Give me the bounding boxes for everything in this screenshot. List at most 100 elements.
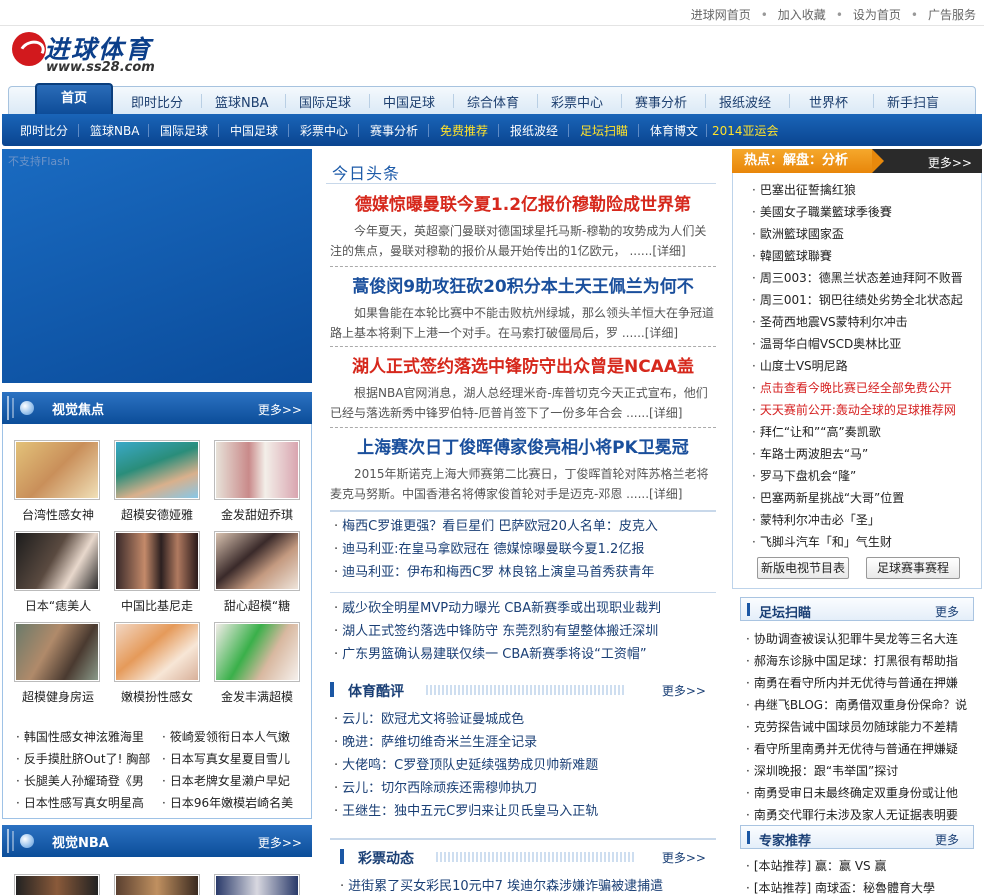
toplink-home[interactable]: 进球网首页: [691, 8, 751, 22]
headline-title[interactable]: 德媒惊曝曼联今夏1.2亿报价穆勒险成世界第: [330, 190, 716, 215]
list-item[interactable]: 飞脚斗汽车「和」气生财: [752, 531, 984, 553]
list-item[interactable]: 拜仁“让和”“高”奏凯歌: [752, 421, 984, 443]
list-item[interactable]: 韓國籃球聯賽: [752, 245, 984, 267]
thumb-caption[interactable]: 日本“痣美人: [8, 597, 108, 614]
thumb-photo[interactable]: [114, 622, 200, 682]
nav-newspaper[interactable]: 报纸波经: [719, 92, 771, 111]
list-item[interactable]: 看守所里南勇并无优待与普通在押嫌疑: [746, 738, 982, 760]
list-item[interactable]: 日本性感写真女明星高: [16, 792, 156, 814]
thumb-photo[interactable]: [214, 622, 300, 682]
list-item[interactable]: 南勇交代罪行未涉及家人无证据表明要: [746, 804, 982, 826]
subnav-newspaper[interactable]: 报纸波经: [510, 122, 558, 139]
toplink-set-home[interactable]: 设为首页: [853, 8, 901, 22]
list-item[interactable]: 迪马利亚：伊布和梅西C罗 林良铭上演皇马首秀获青年: [334, 561, 658, 584]
list-item[interactable]: 长腿美人孙耀琦登《男: [16, 770, 156, 792]
thumb-caption[interactable]: 嫩模扮性感女: [107, 688, 207, 705]
hot-analysis-title[interactable]: 热点：解盘：分析: [732, 149, 884, 173]
list-item[interactable]: 南勇在看守所内并无优待与普通在押嫌: [746, 672, 982, 694]
list-item[interactable]: 协助调查被误认犯罪牛昊龙等三名大连: [746, 628, 982, 650]
list-item[interactable]: 进街累了买女彩民10元中7 埃迪尔森涉嫌诈骗被逮捕遣: [340, 875, 663, 895]
list-item[interactable]: 韩国性感女神泫雅海里: [16, 726, 156, 748]
list-item[interactable]: 湖人正式签约落选中锋防守 东莞烈豹有望整体搬迁深圳: [334, 620, 661, 643]
subnav-china-football[interactable]: 中国足球: [230, 122, 278, 139]
list-item-highlight[interactable]: 天天赛前公开:轰动全球的足球推荐网: [752, 399, 984, 421]
subnav-asian-games[interactable]: 2014亚运会: [712, 122, 779, 139]
list-item[interactable]: 巴塞两新星挑战“大哥”位置: [752, 487, 984, 509]
list-item[interactable]: 日本写真女星夏目雪儿: [162, 748, 308, 770]
nav-world-cup[interactable]: 世界杯: [809, 92, 848, 111]
list-item-highlight[interactable]: 点击查看今晚比赛已经全部免费公开: [752, 377, 984, 399]
expert-more[interactable]: 更多: [935, 831, 959, 848]
thumb-photo[interactable]: [14, 874, 100, 895]
list-item[interactable]: 巴塞出征誓擒红狼: [752, 179, 984, 201]
list-item[interactable]: 美國女子職業籃球季後賽: [752, 201, 984, 223]
list-item[interactable]: 冉继飞BLOG：南勇借双重身份保命？说: [746, 694, 982, 716]
nav-beginner[interactable]: 新手扫盲: [887, 92, 939, 111]
headline-title[interactable]: 湖人正式签约落选中锋防守出众曾是NCAA盖: [330, 352, 716, 377]
nav-home-tab[interactable]: 首页: [35, 83, 113, 115]
thumb-photo[interactable]: [214, 874, 300, 895]
list-item[interactable]: 晚进：萨维切维奇米兰生涯全记录: [334, 731, 598, 754]
tv-schedule-button[interactable]: 新版电视节目表: [757, 557, 849, 579]
thumb-photo[interactable]: [114, 531, 200, 591]
nav-analysis[interactable]: 赛事分析: [635, 92, 687, 111]
thumb-caption[interactable]: 金发丰满超模: [207, 688, 307, 705]
nav-live-score[interactable]: 即时比分: [131, 92, 183, 111]
hot-analysis-more[interactable]: 更多>>: [928, 154, 972, 171]
subnav-intl-football[interactable]: 国际足球: [160, 122, 208, 139]
thumb-caption[interactable]: 超模安德娅雅: [107, 506, 207, 523]
list-item[interactable]: 周三001：钢巴往绩处劣势全北状态起: [752, 289, 984, 311]
list-item[interactable]: 广东男篮确认易建联仅续一 CBA新赛季将设“工资帽”: [334, 643, 661, 666]
list-item[interactable]: 日本96年嫩模岩崎名美: [162, 792, 308, 814]
headline-title[interactable]: 蒿俊闵9助攻狂砍20积分本土天王佩兰为何不: [330, 272, 716, 297]
thumb-caption[interactable]: 甜心超模“糖: [207, 597, 307, 614]
list-item[interactable]: 云儿：切尔西除顽疾还需穆帅执刀: [334, 777, 598, 800]
list-item[interactable]: 深圳晚报：跟“韦举国”探讨: [746, 760, 982, 782]
list-item[interactable]: 迪马利亚:在皇马拿欧冠在 德媒惊曝曼联今夏1.2亿报: [334, 538, 658, 561]
sports-comment-more[interactable]: 更多>>: [662, 682, 706, 699]
subnav-lottery[interactable]: 彩票中心: [300, 122, 348, 139]
list-item[interactable]: [本站推荐] 南球盃：秘魯體育大學: [746, 877, 982, 895]
thumb-photo[interactable]: [214, 531, 300, 591]
list-item[interactable]: [本站推荐] 赢：赢 VS 赢: [746, 855, 982, 877]
subnav-analysis[interactable]: 赛事分析: [370, 122, 418, 139]
list-item[interactable]: 反手摸肚脐Out了! 胸部: [16, 748, 156, 770]
subnav-live-score[interactable]: 即时比分: [20, 122, 68, 139]
thumb-photo[interactable]: [14, 622, 100, 682]
thumb-photo[interactable]: [114, 874, 200, 895]
nav-china-football[interactable]: 中国足球: [383, 92, 435, 111]
list-item[interactable]: 温哥华白帽VSCD奥林比亚: [752, 333, 984, 355]
nav-lottery[interactable]: 彩票中心: [551, 92, 603, 111]
list-item[interactable]: 筱崎爱领衔日本人气嫩: [162, 726, 308, 748]
list-item[interactable]: 威少砍全明星MVP动力曝光 CBA新赛季或出现职业裁判: [334, 597, 661, 620]
site-logo[interactable]: 进球体育 www.ss28.com: [12, 30, 172, 84]
thumb-caption[interactable]: 金发甜妞乔琪: [207, 506, 307, 523]
list-item[interactable]: 山度士VS明尼路: [752, 355, 984, 377]
list-item[interactable]: 王继生：独中五元C罗归来让贝氏皇马入正轨: [334, 800, 598, 823]
thumb-photo[interactable]: [114, 440, 200, 500]
list-item[interactable]: 车路士两波胆去“马”: [752, 443, 984, 465]
football-scan-more[interactable]: 更多: [935, 603, 959, 620]
flash-banner[interactable]: 不支持Flash: [2, 149, 312, 383]
list-item[interactable]: 梅西C罗谁更强？看巨星们 巴萨欧冠20人名单：皮克入: [334, 515, 658, 538]
headline-title[interactable]: 上海赛次日丁俊晖傅家俊亮相小将PK卫冕冠: [330, 433, 716, 458]
thumb-caption[interactable]: 台湾性感女神: [8, 506, 108, 523]
list-item[interactable]: 大佬鸣：C罗登顶队史延续强势成贝帅新难题: [334, 754, 598, 777]
nav-intl-football[interactable]: 国际足球: [299, 92, 351, 111]
list-item[interactable]: 蒙特利尔冲击必「圣」: [752, 509, 984, 531]
football-fixtures-button[interactable]: 足球赛事赛程: [866, 557, 960, 579]
list-item[interactable]: 罗马下盘机会“隆”: [752, 465, 984, 487]
list-item[interactable]: 日本老牌女星濑户早妃: [162, 770, 308, 792]
list-item[interactable]: 周三003：德黑兰状态差迪拜阿不败晋: [752, 267, 984, 289]
thumb-caption[interactable]: 超模健身房运: [8, 688, 108, 705]
subnav-sports-blog[interactable]: 体育博文: [650, 122, 698, 139]
list-item[interactable]: 克劳探告诫中国球员勿随球能力不差精: [746, 716, 982, 738]
nav-general-sports[interactable]: 综合体育: [467, 92, 519, 111]
visual-focus-more[interactable]: 更多>>: [258, 401, 302, 418]
list-item[interactable]: 南勇受审日未最终确定双重身份或让他: [746, 782, 982, 804]
list-item[interactable]: 云儿：欧冠尤文将验证曼城成色: [334, 708, 598, 731]
list-item[interactable]: 郝海东诊脉中国足球：打黑很有帮助指: [746, 650, 982, 672]
thumb-photo[interactable]: [214, 440, 300, 500]
subnav-free-tips[interactable]: 免费推荐: [440, 122, 488, 139]
nav-nba[interactable]: 篮球NBA: [215, 92, 269, 111]
